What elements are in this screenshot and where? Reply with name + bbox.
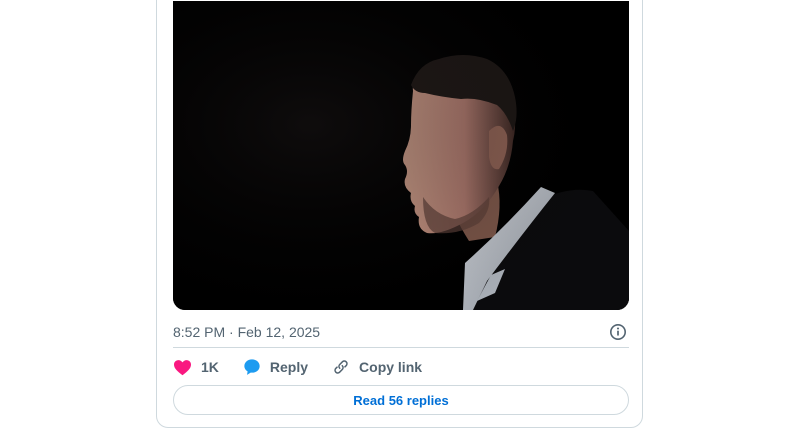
read-replies-button[interactable]: Read 56 replies [173, 385, 629, 415]
tweet-meta-row: 8:52 PM · Feb 12, 2025 [173, 322, 629, 342]
like-count: 1K [201, 359, 219, 375]
tweet-timestamp[interactable]: 8:52 PM · Feb 12, 2025 [173, 324, 320, 340]
reply-label: Reply [269, 359, 309, 375]
tweet-actions: 1K Reply Copy link [173, 356, 446, 378]
speech-bubble-icon [243, 358, 261, 376]
heart-icon [173, 359, 192, 376]
info-icon[interactable] [609, 323, 627, 341]
page: 8:52 PM · Feb 12, 2025 1K Reply Copy lin… [0, 0, 800, 448]
embedded-tweet-card: 8:52 PM · Feb 12, 2025 1K Reply Copy lin… [156, 0, 643, 428]
copy-link-button[interactable]: Copy link [332, 358, 422, 376]
like-button[interactable]: 1K [173, 359, 219, 376]
link-icon [332, 358, 350, 376]
tweet-photo[interactable] [173, 1, 629, 310]
divider [173, 347, 629, 348]
tweet-media[interactable] [173, 1, 629, 310]
copy-link-label: Copy link [359, 359, 423, 375]
reply-button[interactable]: Reply [243, 358, 308, 376]
